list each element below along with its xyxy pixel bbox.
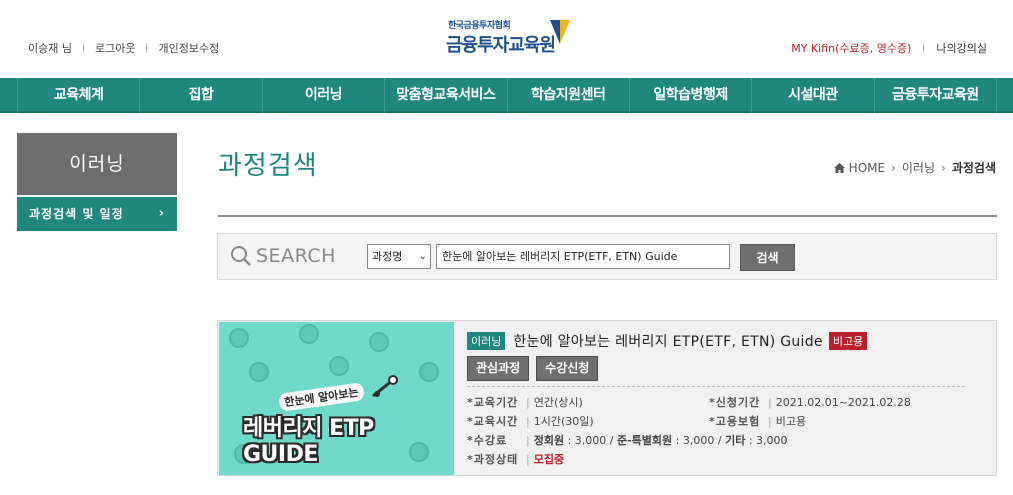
nav-item-elearning[interactable]: 이러닝 [261, 78, 384, 113]
fee-other-value: : 3,000 [748, 434, 788, 447]
search-type-select[interactable]: 과정명 ⌄ [367, 244, 431, 269]
breadcrumb: HOME › 이러닝 › 과정검색 [833, 159, 996, 176]
search-button[interactable]: 검색 [740, 244, 795, 271]
logo-subtitle: 한국금융투자협회 [448, 21, 511, 31]
coin-icon [249, 362, 269, 382]
right-utility-menu: MY Kifin(수료증, 영수증) 나의강의실 [791, 40, 987, 56]
sidebar-title: 이러닝 [17, 133, 177, 195]
chevron-right-icon: › [891, 160, 896, 175]
site-logo[interactable]: 한국금융투자협회 금융투자교육원 [446, 18, 576, 60]
search-input[interactable]: 한눈에 알아보는 레버리지 ETP(ETF, ETN) Guide [436, 244, 730, 269]
user-name: 이승재 님 [28, 42, 72, 55]
fee-semi-value: : 3,000 / [675, 434, 722, 447]
coin-icon [229, 328, 249, 348]
nav-item-institute[interactable]: 금융투자교육원 [873, 78, 997, 113]
lever-icon [372, 375, 398, 398]
top-header: 이승재 님 로그아웃 개인정보수정 한국금융투자협회 금융투자교육원 MY Ki… [0, 0, 1013, 78]
logo-mark-icon [550, 20, 570, 44]
info-value: 1시간(30일) [533, 415, 594, 428]
course-actions: 관심과정 수강신청 [467, 356, 605, 381]
course-title[interactable]: 한눈에 알아보는 레버리지 ETP(ETF, ETN) Guide [513, 331, 822, 351]
course-status: 모집중 [533, 453, 565, 466]
my-kifin-link[interactable]: MY Kifin(수료증, 영수증) [791, 40, 911, 56]
main-navigation: 교육체계 집합 이러닝 맞춤형교육서비스 학습지원센터 일학습병행제 시설대관 … [0, 78, 1013, 113]
thumbnail-subtitle: 한눈에 알아보는 [278, 382, 365, 412]
search-icon [231, 246, 251, 266]
search-label: SEARCH [230, 245, 336, 267]
info-row: *신청기간 | 2021.02.01~2021.02.28 [709, 393, 911, 412]
title-divider [218, 215, 997, 217]
logout-link[interactable]: 로그아웃 [95, 40, 135, 56]
info-row: *과정상태 | 모집중 [467, 450, 788, 469]
info-label: *교육기간 [467, 396, 519, 409]
breadcrumb-current: 과정검색 [951, 161, 996, 175]
sidebar-item-course-search[interactable]: 과정검색 및 일정 › [17, 197, 177, 231]
info-label: *수강료 [467, 434, 508, 447]
info-row-fee: *수강료 | 정회원 : 3,000 / 준-특별회원 : 3,000 / 기타… [467, 431, 788, 450]
divider [923, 43, 925, 53]
edit-profile-link[interactable]: 개인정보수정 [158, 40, 219, 56]
coin-icon [299, 324, 319, 344]
info-label: *고용보험 [709, 415, 761, 428]
info-label: *과정상태 [467, 453, 519, 466]
employment-badge: 비고용 [828, 332, 868, 350]
nav-item-custom-education[interactable]: 맞춤형교육서비스 [384, 78, 506, 113]
fee-detail: 정회원 : 3,000 / 준-특별회원 : 3,000 / 기타 : 3,00… [534, 431, 788, 450]
info-value: 연간(상시) [533, 396, 583, 409]
apply-course-button[interactable]: 수강신청 [536, 356, 599, 381]
home-icon [833, 162, 845, 173]
course-card: 한눈에 알아보는 레버리지 ETP GUIDE 이러닝 한눈에 알아보는 레버리… [217, 320, 997, 476]
coin-icon [329, 356, 349, 376]
fee-other-label: 기타 [725, 434, 746, 447]
info-value: 2021.02.01~2021.02.28 [775, 396, 911, 409]
course-header: 이러닝 한눈에 알아보는 레버리지 ETP(ETF, ETN) Guide 비고… [467, 331, 868, 351]
chevron-down-icon: ⌄ [418, 251, 427, 262]
breadcrumb-elearning[interactable]: 이러닝 [902, 159, 935, 176]
chevron-right-icon: › [158, 206, 165, 221]
breadcrumb-home[interactable]: HOME [849, 161, 885, 175]
thumbnail-title: 레버리지 ETP GUIDE [243, 416, 374, 467]
info-value: 비고용 [775, 415, 807, 428]
interest-course-button[interactable]: 관심과정 [467, 356, 530, 381]
nav-item-work-learning[interactable]: 일학습병행제 [628, 78, 751, 113]
fee-semi-label: 준-특별회원 [617, 434, 673, 447]
info-label: *신청기간 [709, 396, 761, 409]
info-row: *고용보험 | 비고용 [709, 412, 911, 431]
search-panel: SEARCH 과정명 ⌄ 한눈에 알아보는 레버리지 ETP(ETF, ETN)… [217, 233, 997, 280]
fee-regular-value: : 3,000 / [567, 434, 614, 447]
logo-title: 금융투자교육원 [446, 35, 556, 56]
coin-icon [419, 362, 439, 382]
sidebar-item-label: 과정검색 및 일정 [29, 207, 124, 221]
chevron-right-icon: › [941, 160, 946, 175]
dashed-divider [467, 386, 965, 387]
fee-regular-label: 정회원 [533, 434, 565, 447]
category-badge: 이러닝 [467, 332, 506, 350]
search-type-value: 과정명 [372, 250, 403, 263]
my-classroom-link[interactable]: 나의강의실 [936, 40, 987, 56]
course-thumbnail[interactable]: 한눈에 알아보는 레버리지 ETP GUIDE [219, 322, 454, 475]
user-utility-menu: 이승재 님 로그아웃 개인정보수정 [28, 40, 219, 56]
divider [82, 43, 84, 53]
nav-item-offline[interactable]: 집합 [139, 78, 261, 113]
info-label: *교육시간 [467, 415, 519, 428]
nav-item-learning-support[interactable]: 학습지원센터 [506, 78, 629, 113]
page-title: 과정검색 [218, 151, 318, 181]
coin-icon [369, 332, 389, 352]
course-info-right: *신청기간 | 2021.02.01~2021.02.28 *고용보험 | 비고… [709, 393, 911, 431]
divider [146, 43, 148, 53]
search-label-text: SEARCH [256, 245, 336, 267]
nav-item-education-system[interactable]: 교육체계 [17, 78, 139, 113]
nav-item-facility-rental[interactable]: 시설대관 [751, 78, 873, 113]
